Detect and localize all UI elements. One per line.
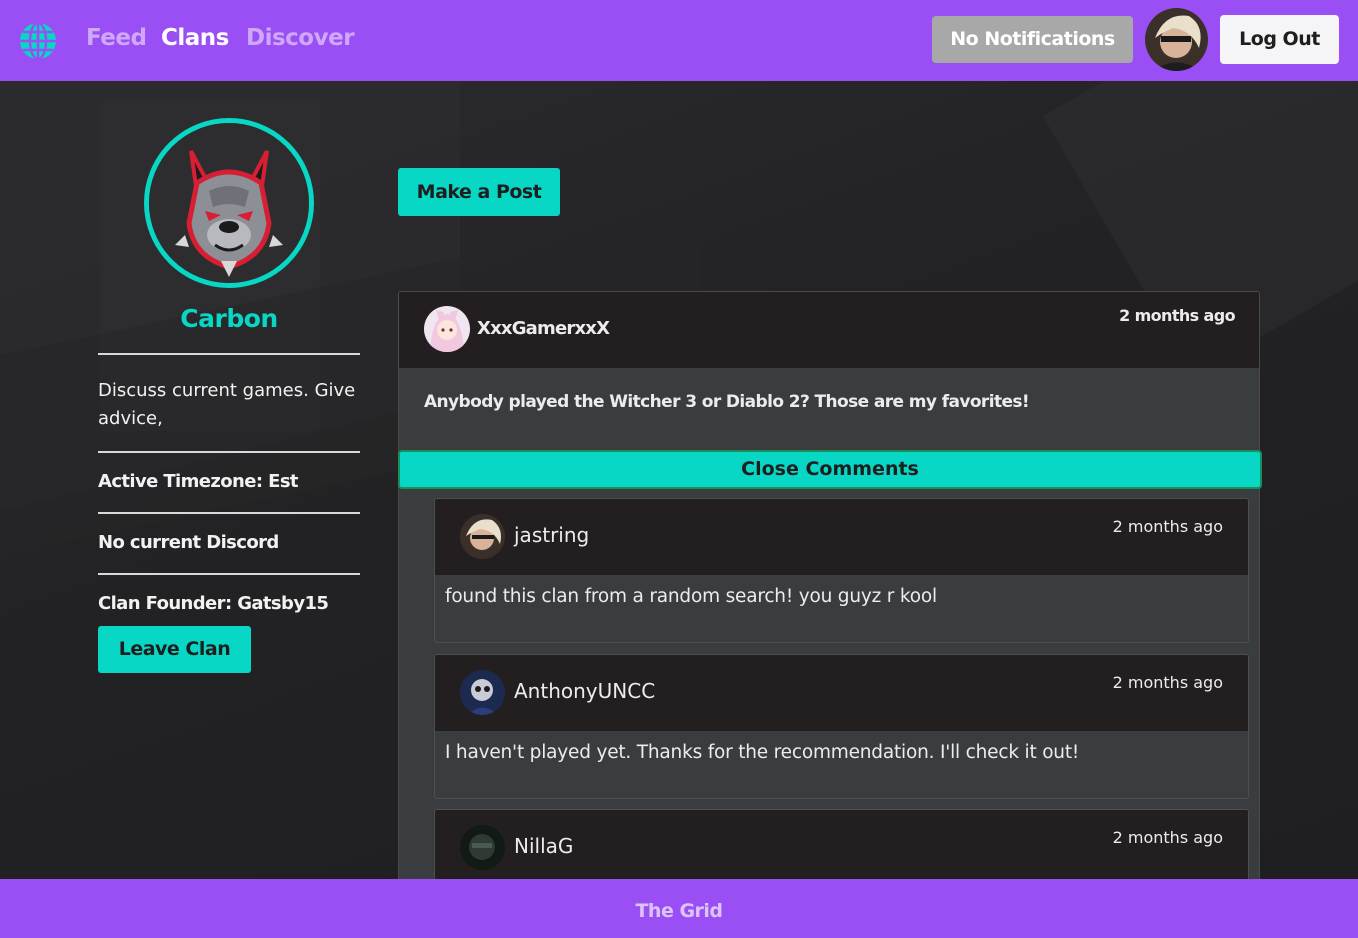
comment-author-name[interactable]: NillaG	[514, 834, 573, 858]
make-post-button[interactable]: Make a Post	[398, 168, 560, 216]
comment-timestamp: 2 months ago	[1112, 828, 1223, 847]
clan-founder: Clan Founder: Gatsby15	[98, 593, 329, 614]
footer-brand: The Grid	[635, 900, 723, 922]
comment-author-avatar[interactable]	[460, 670, 505, 715]
top-navbar: Feed Clans Discover No Notifications Log…	[0, 0, 1358, 81]
comment-card: jastring 2 months ago found this clan fr…	[434, 498, 1249, 643]
sidebar-divider	[98, 451, 360, 453]
comment-author-name[interactable]: AnthonyUNCC	[514, 679, 655, 703]
comment-author-name[interactable]: jastring	[514, 523, 589, 547]
comment-author-avatar[interactable]	[460, 825, 505, 870]
post-timestamp: 2 months ago	[1119, 306, 1236, 325]
notifications-button[interactable]: No Notifications	[932, 16, 1133, 63]
sidebar-divider	[98, 353, 360, 355]
comment-body: found this clan from a random search! yo…	[445, 586, 937, 607]
nav-discover-link[interactable]: Discover	[246, 25, 355, 51]
clan-discord: No current Discord	[98, 532, 279, 553]
comment-author-avatar[interactable]	[460, 514, 505, 559]
globe-icon[interactable]	[18, 21, 58, 61]
comment-header: AnthonyUNCC 2 months ago	[435, 655, 1248, 731]
leave-clan-button[interactable]: Leave Clan	[98, 626, 251, 673]
logout-button[interactable]: Log Out	[1220, 15, 1339, 64]
close-comments-button[interactable]: Close Comments	[398, 450, 1262, 489]
post-body: Anybody played the Witcher 3 or Diablo 2…	[424, 392, 1030, 412]
sidebar-divider	[98, 512, 360, 514]
comment-timestamp: 2 months ago	[1112, 517, 1223, 536]
pitbull-clan-logo	[144, 118, 314, 288]
user-avatar[interactable]	[1145, 8, 1208, 71]
comment-card: AnthonyUNCC 2 months ago I haven't playe…	[434, 654, 1249, 799]
comment-timestamp: 2 months ago	[1112, 673, 1223, 692]
sidebar-divider	[98, 573, 360, 575]
clan-name: Carbon	[180, 304, 278, 333]
comment-header: NillaG 2 months ago	[435, 810, 1248, 886]
post-author-name[interactable]: XxxGamerxxX	[477, 318, 610, 339]
post-header: XxxGamerxxX 2 months ago	[399, 292, 1259, 368]
page-footer: The Grid	[0, 879, 1358, 938]
nav-clans-link[interactable]: Clans	[161, 25, 229, 51]
comment-body: I haven't played yet. Thanks for the rec…	[445, 742, 1080, 763]
nav-feed-link[interactable]: Feed	[86, 25, 147, 51]
comment-header: jastring 2 months ago	[435, 499, 1248, 575]
clan-description: Discuss current games. Give advice,	[98, 380, 356, 429]
post-author-avatar[interactable]	[424, 306, 470, 352]
clan-timezone: Active Timezone: Est	[98, 471, 299, 492]
